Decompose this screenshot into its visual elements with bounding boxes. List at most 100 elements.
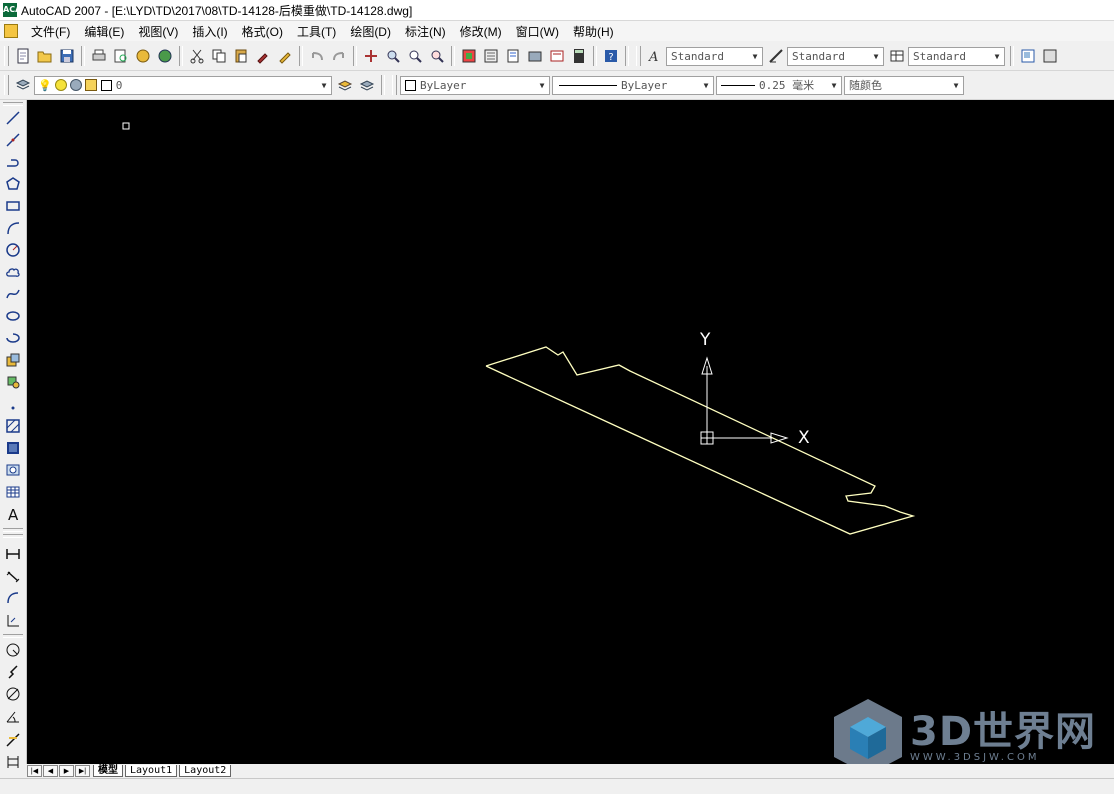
chevron-down-icon[interactable]: ▼ <box>535 77 549 94</box>
make-layer-current-icon[interactable] <box>334 74 356 96</box>
menu-help[interactable]: 帮助(H) <box>566 23 621 40</box>
lineweight-control-select[interactable]: 0.25 毫米 ▼ <box>716 75 842 95</box>
lock-icon[interactable] <box>84 79 97 91</box>
open-file-icon[interactable] <box>34 45 56 67</box>
chevron-down-icon[interactable]: ▼ <box>990 48 1004 65</box>
zoom-realtime-icon[interactable] <box>382 45 404 67</box>
toolbar-grip[interactable] <box>4 75 9 95</box>
jogged-dimension-icon[interactable] <box>3 662 23 682</box>
color-control-select[interactable]: ByLayer ▼ <box>400 75 550 95</box>
quickcalc-icon[interactable] <box>568 45 590 67</box>
paste-icon[interactable] <box>230 45 252 67</box>
region-icon[interactable] <box>3 460 23 480</box>
layer-select[interactable]: 💡 0 ▼ <box>34 75 332 95</box>
design-center-icon[interactable] <box>480 45 502 67</box>
construction-line-icon[interactable] <box>3 130 23 150</box>
polyline-icon[interactable] <box>3 152 23 172</box>
revision-cloud-icon[interactable] <box>3 262 23 282</box>
pan-realtime-icon[interactable] <box>360 45 382 67</box>
last-tab-icon[interactable]: ▶| <box>75 765 90 777</box>
menu-tools[interactable]: 工具(T) <box>290 23 343 40</box>
table-style-select[interactable]: Standard ▼ <box>908 46 1005 66</box>
arc-length-icon[interactable] <box>3 588 23 608</box>
copy-icon[interactable] <box>208 45 230 67</box>
chevron-down-icon[interactable]: ▼ <box>699 77 713 94</box>
chevron-down-icon[interactable]: ▼ <box>748 48 762 65</box>
tab-model[interactable]: 模型 <box>93 765 123 777</box>
spline-icon[interactable] <box>3 284 23 304</box>
chevron-down-icon[interactable]: ▼ <box>869 48 883 65</box>
viewports-icon[interactable] <box>1017 45 1039 67</box>
arc-icon[interactable] <box>3 218 23 238</box>
toolbar-grip[interactable] <box>636 46 641 66</box>
drawing-canvas[interactable]: Y X <box>27 100 1114 764</box>
hatch-icon[interactable] <box>3 416 23 436</box>
block-editor-icon[interactable] <box>274 45 296 67</box>
prev-tab-icon[interactable]: ◀ <box>43 765 58 777</box>
multiline-text-icon[interactable]: A <box>3 504 23 524</box>
point-icon[interactable] <box>3 394 23 414</box>
next-tab-icon[interactable]: ▶ <box>59 765 74 777</box>
dim-style-select[interactable]: Standard ▼ <box>787 46 884 66</box>
diameter-dimension-icon[interactable] <box>3 684 23 704</box>
sun-icon[interactable] <box>54 79 67 91</box>
layer-manager-icon[interactable] <box>12 74 34 96</box>
aligned-dimension-icon[interactable] <box>3 566 23 586</box>
match-properties-icon[interactable] <box>252 45 274 67</box>
ordinate-dimension-icon[interactable] <box>3 610 23 630</box>
print-icon[interactable] <box>88 45 110 67</box>
text-style-icon[interactable]: A <box>644 45 666 67</box>
cut-icon[interactable] <box>186 45 208 67</box>
document-icon[interactable] <box>4 24 18 38</box>
menu-dimension[interactable]: 标注(N) <box>398 23 453 40</box>
menu-insert[interactable]: 插入(I) <box>185 23 234 40</box>
menu-file[interactable]: 文件(F) <box>24 23 77 40</box>
menu-view[interactable]: 视图(V) <box>131 23 185 40</box>
ellipse-arc-icon[interactable] <box>3 328 23 348</box>
freeze-viewport-icon[interactable] <box>69 79 82 91</box>
table-style-icon[interactable] <box>886 45 908 67</box>
circle-icon[interactable] <box>3 240 23 260</box>
chevron-down-icon[interactable]: ▼ <box>949 77 963 94</box>
text-style-select[interactable]: Standard ▼ <box>666 46 763 66</box>
new-file-icon[interactable] <box>12 45 34 67</box>
publish-icon[interactable] <box>132 45 154 67</box>
autocad-app-icon[interactable]: ACAD <box>3 3 28 17</box>
tool-palettes-icon[interactable] <box>502 45 524 67</box>
menu-draw[interactable]: 绘图(D) <box>343 23 398 40</box>
tab-layout1[interactable]: Layout1 <box>125 765 178 777</box>
sheet-set-icon[interactable] <box>524 45 546 67</box>
rectangle-icon[interactable] <box>3 196 23 216</box>
menu-window[interactable]: 窗口(W) <box>509 23 566 40</box>
angular-dimension-icon[interactable] <box>3 706 23 726</box>
lightbulb-icon[interactable]: 💡 <box>38 79 52 92</box>
radius-dimension-icon[interactable] <box>3 640 23 660</box>
baseline-dimension-icon[interactable] <box>3 752 23 772</box>
menu-edit[interactable]: 编辑(E) <box>77 23 131 40</box>
ellipse-icon[interactable] <box>3 306 23 326</box>
gradient-icon[interactable] <box>3 438 23 458</box>
chevron-down-icon[interactable]: ▼ <box>827 77 841 94</box>
linear-dimension-icon[interactable] <box>3 544 23 564</box>
toolbar-grip[interactable] <box>4 46 9 66</box>
3d-dwf-icon[interactable] <box>154 45 176 67</box>
chevron-down-icon[interactable]: ▼ <box>317 77 331 94</box>
dim-style-icon[interactable] <box>765 45 787 67</box>
menu-modify[interactable]: 修改(M) <box>453 23 509 40</box>
toolbar-grip[interactable] <box>392 75 397 95</box>
line-tool-icon[interactable] <box>3 108 23 128</box>
polygon-icon[interactable] <box>3 174 23 194</box>
help-icon[interactable]: ? <box>600 45 622 67</box>
markup-set-icon[interactable] <box>546 45 568 67</box>
print-preview-icon[interactable] <box>110 45 132 67</box>
zoom-previous-icon[interactable] <box>426 45 448 67</box>
tab-layout2[interactable]: Layout2 <box>179 765 232 777</box>
plot-style-control-select[interactable]: 随颜色 ▼ <box>844 75 964 95</box>
first-tab-icon[interactable]: |◀ <box>27 765 42 777</box>
menu-format[interactable]: 格式(O) <box>235 23 290 40</box>
redo-icon[interactable] <box>328 45 350 67</box>
undo-icon[interactable] <box>306 45 328 67</box>
layer-previous-icon[interactable] <box>356 74 378 96</box>
properties-icon[interactable] <box>458 45 480 67</box>
drawing-part-outline[interactable] <box>485 346 916 535</box>
